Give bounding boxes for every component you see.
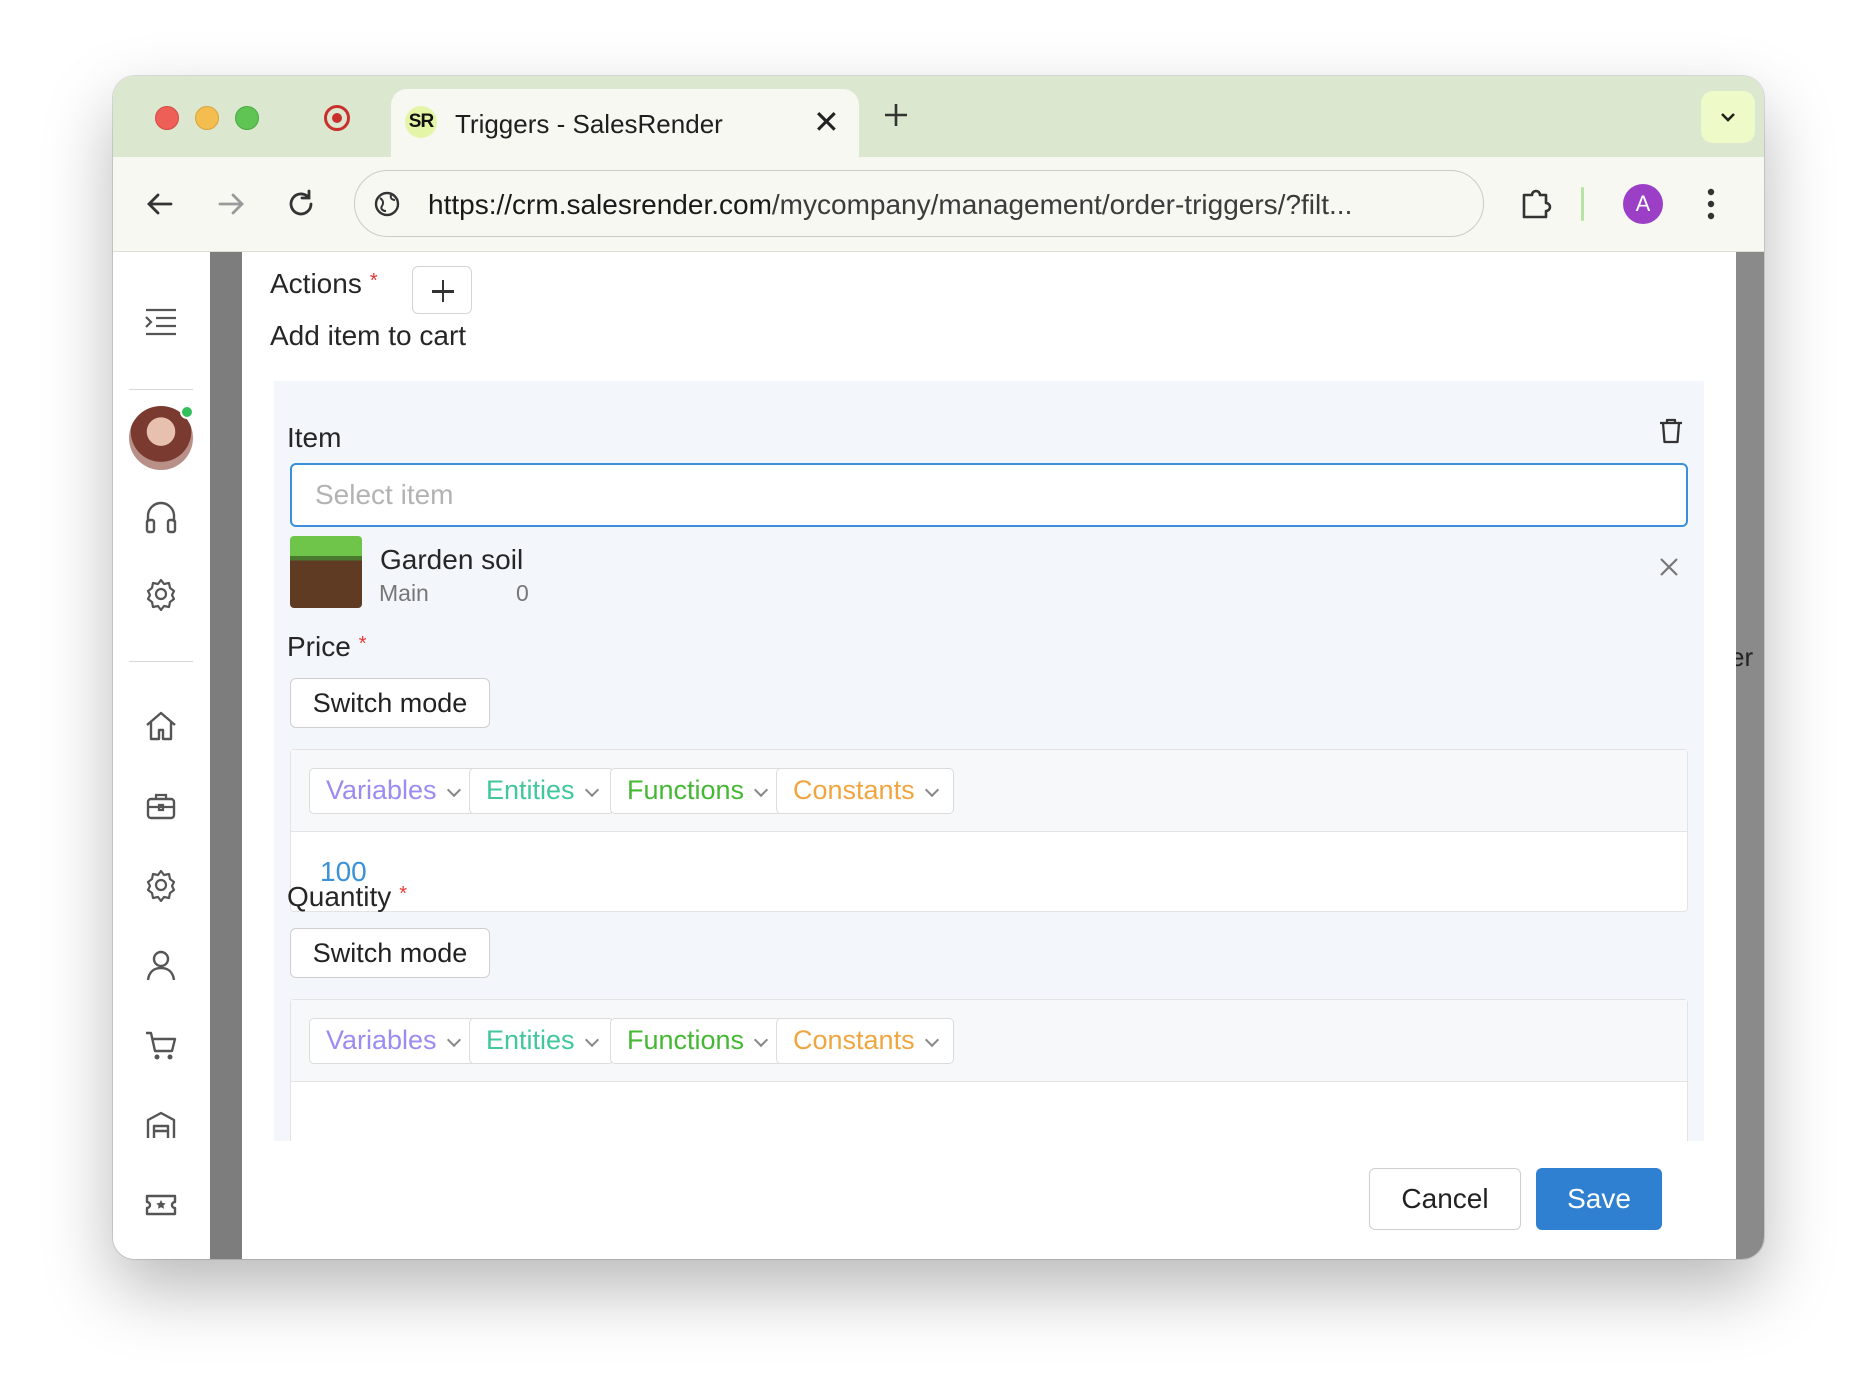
home-icon[interactable] — [144, 709, 178, 743]
favicon-icon: SR — [405, 106, 437, 138]
variables-dropdown[interactable]: Variables — [309, 1018, 476, 1064]
toolbar-divider — [1581, 187, 1584, 221]
entities-dropdown[interactable]: Entities — [469, 768, 614, 814]
globe-icon[interactable] — [373, 190, 401, 218]
tab-search-button[interactable] — [1701, 91, 1755, 143]
reload-icon[interactable] — [284, 187, 318, 221]
plus-icon — [885, 104, 907, 126]
price-expression-editor: Variables Entities Functions Constants 1… — [290, 749, 1688, 912]
quantity-expression-editor: Variables Entities Functions Constants — [290, 999, 1688, 1141]
tab-triggers[interactable]: SR Triggers - SalesRender ✕ — [391, 89, 859, 157]
web-page: er Actions* Add item to cart Item Garden… — [113, 252, 1764, 1259]
kebab-menu-icon[interactable] — [1705, 184, 1717, 224]
profile-avatar[interactable]: A — [1623, 184, 1663, 224]
variables-dropdown[interactable]: Variables — [309, 768, 476, 814]
trigger-edit-modal: Actions* Add item to cart Item Garden so… — [242, 252, 1736, 1259]
functions-dropdown[interactable]: Functions — [610, 768, 784, 814]
entities-dropdown[interactable]: Entities — [469, 1018, 614, 1064]
action-panel: Item Garden soil Main 0 Price* Switch mo… — [274, 381, 1704, 1141]
background-text: er — [1736, 642, 1754, 672]
forward-arrow-icon[interactable] — [214, 187, 248, 221]
cart-icon[interactable] — [144, 1028, 178, 1062]
modal-backdrop-left[interactable] — [210, 252, 242, 1259]
required-asterisk: * — [369, 270, 378, 292]
save-button[interactable]: Save — [1536, 1168, 1662, 1230]
minimize-window-button[interactable] — [195, 106, 219, 130]
new-tab-button[interactable] — [883, 96, 909, 136]
item-stock-quantity: 0 — [516, 580, 529, 606]
action-title: Add item to cart — [270, 320, 467, 351]
url-path: /mycompany/management/order-triggers/?fi… — [771, 189, 1353, 220]
item-name: Garden soil — [380, 544, 524, 575]
actions-label: Actions * — [270, 268, 378, 299]
address-bar[interactable]: https://crm.salesrender.com/mycompany/ma… — [354, 170, 1484, 237]
functions-dropdown[interactable]: Functions — [610, 1018, 784, 1064]
warehouse-icon[interactable] — [144, 1108, 178, 1142]
extensions-icon[interactable] — [1518, 185, 1554, 221]
sidebar — [113, 252, 210, 1259]
browser-window: SR Triggers - SalesRender ✕ https://crm.… — [113, 76, 1764, 1259]
quantity-switch-mode-button[interactable]: Switch mode — [290, 928, 490, 978]
chevron-down-icon — [1721, 113, 1735, 122]
expression-toolbar: Variables Entities Functions Constants — [291, 1000, 1687, 1082]
record-icon[interactable] — [324, 105, 350, 131]
add-action-button[interactable] — [412, 266, 472, 314]
tab-bar: SR Triggers - SalesRender ✕ — [113, 76, 1764, 157]
required-asterisk: * — [358, 633, 367, 655]
close-window-button[interactable] — [155, 106, 179, 130]
quantity-label: Quantity * — [287, 881, 408, 912]
close-icon[interactable] — [1658, 556, 1680, 578]
sidebar-divider — [129, 389, 193, 390]
constants-dropdown[interactable]: Constants — [776, 1018, 954, 1064]
headset-icon[interactable] — [144, 500, 178, 536]
browser-toolbar: https://crm.salesrender.com/mycompany/ma… — [113, 157, 1764, 252]
sidebar-divider — [129, 661, 193, 662]
selected-item: Garden soil Main 0 — [290, 536, 1688, 612]
maximize-window-button[interactable] — [235, 106, 259, 130]
close-icon[interactable]: ✕ — [813, 103, 840, 141]
cancel-button[interactable]: Cancel — [1369, 1168, 1521, 1230]
url-text[interactable]: https://crm.salesrender.com/mycompany/ma… — [428, 189, 1352, 221]
gear-icon[interactable] — [144, 577, 178, 611]
back-arrow-icon[interactable] — [143, 187, 177, 221]
gear-icon[interactable] — [144, 868, 178, 902]
briefcase-icon[interactable] — [144, 789, 178, 823]
item-thumbnail — [290, 536, 362, 608]
menu-collapse-icon[interactable] — [144, 307, 178, 337]
url-host: https://crm.salesrender.com — [428, 189, 772, 220]
constants-dropdown[interactable]: Constants — [776, 768, 954, 814]
ticket-icon[interactable] — [144, 1188, 178, 1222]
item-label: Item — [287, 422, 342, 453]
price-switch-mode-button[interactable]: Switch mode — [290, 678, 490, 728]
price-label: Price * — [287, 631, 367, 662]
item-select-input[interactable] — [290, 463, 1688, 527]
required-asterisk: * — [399, 883, 408, 905]
modal-backdrop-right[interactable]: er — [1736, 252, 1764, 1259]
user-icon[interactable] — [144, 948, 178, 982]
trash-icon[interactable] — [1658, 417, 1684, 445]
online-status-dot — [180, 405, 194, 419]
tab-title: Triggers - SalesRender — [455, 109, 723, 139]
item-warehouse: Main — [379, 580, 429, 606]
expression-toolbar: Variables Entities Functions Constants — [291, 750, 1687, 832]
